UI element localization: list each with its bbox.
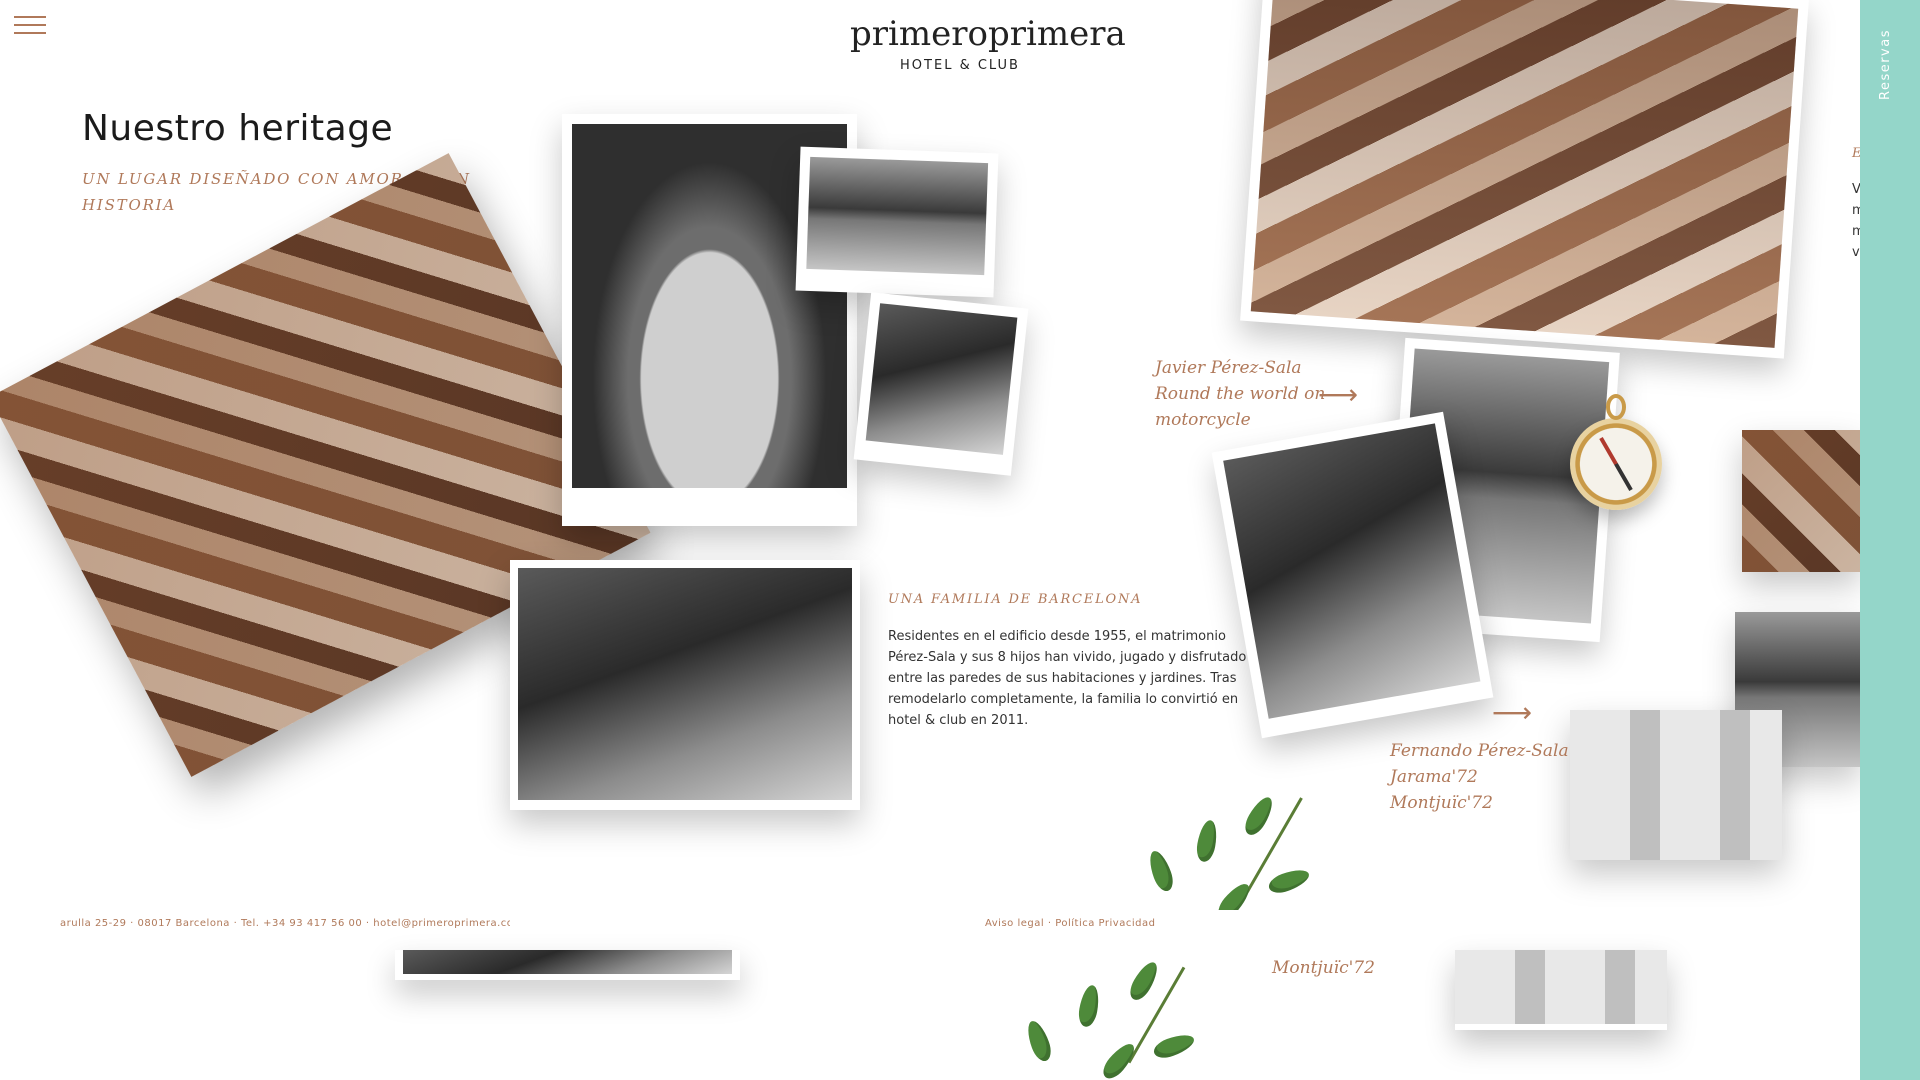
menu-icon[interactable] xyxy=(14,16,46,38)
family-description: Residentes en el edificio desde 1955, el… xyxy=(888,629,1247,728)
arrow-right-icon: ⟶ xyxy=(1318,378,1359,411)
reservas-tab[interactable]: Reservas xyxy=(1860,0,1920,1080)
lower-formula-car-photo xyxy=(1455,950,1667,1030)
footer-band xyxy=(0,910,1860,948)
fernando-caption: Fernando Pérez-Sala Jarama'72 Montjuïc'7… xyxy=(1390,741,1569,813)
edge-line: v xyxy=(1852,245,1860,260)
footer-links: Aviso legal · Política Privacidad xyxy=(985,918,1155,929)
page: primeroprimera HOTEL & CLUB Nuestro heri… xyxy=(0,0,1920,1080)
motorcycle-photo-rider xyxy=(1211,411,1494,739)
privacy-link[interactable]: Política Privacidad xyxy=(1055,918,1155,929)
page-title: Nuestro heritage xyxy=(82,108,394,149)
footer-separator: · xyxy=(1044,918,1056,929)
go-kart-photo xyxy=(795,146,999,298)
kids-pool-photo xyxy=(853,292,1029,476)
arrow-right-icon: ⟶ xyxy=(1492,696,1533,729)
compass-icon xyxy=(1570,394,1662,510)
javier-caption: Javier Pérez-Sala Round the world on mot… xyxy=(1155,358,1326,430)
logo-tagline: HOTEL & CLUB xyxy=(900,58,1020,73)
white-racecar-photo xyxy=(1742,430,1860,572)
racing-collage-photo xyxy=(1240,0,1809,359)
formula-car-photo xyxy=(1570,710,1782,860)
lower-photo xyxy=(395,950,740,980)
logo[interactable]: primeroprimera HOTEL & CLUB xyxy=(850,14,1126,73)
family-portrait-photo xyxy=(510,560,860,810)
reservas-label: Reservas xyxy=(1878,29,1893,100)
footer-contact: arulla 25-29 · 08017 Barcelona · Tel. +3… xyxy=(60,918,510,929)
montjuic-caption-lower: Montjuïc'72 xyxy=(1272,958,1375,978)
logo-wordmark: primeroprimera xyxy=(850,14,1126,54)
legal-link[interactable]: Aviso legal xyxy=(985,918,1044,929)
family-heading: UNA FAMILIA DE BARCELONA xyxy=(888,592,1143,607)
